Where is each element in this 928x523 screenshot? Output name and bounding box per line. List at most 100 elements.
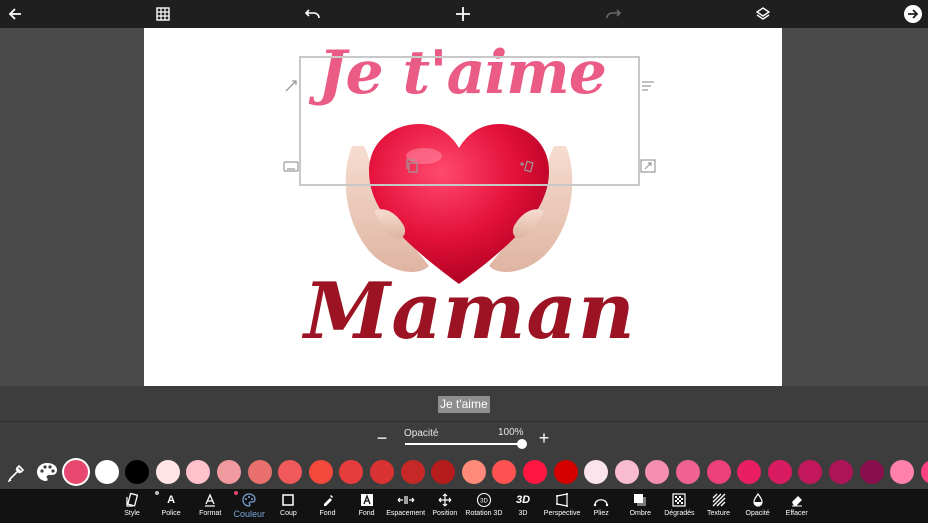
stretch-handle-icon[interactable] bbox=[640, 78, 656, 94]
color-swatch[interactable] bbox=[798, 460, 823, 484]
tool-perspective[interactable]: Perspective bbox=[540, 491, 584, 523]
opacity-icon bbox=[736, 491, 780, 509]
color-swatch[interactable] bbox=[523, 460, 547, 484]
tool-label: Pliez bbox=[593, 510, 609, 517]
tool-opacity[interactable]: Opacité bbox=[736, 491, 780, 523]
tool-fill[interactable]: Fond bbox=[306, 491, 350, 523]
color-swatch[interactable] bbox=[859, 460, 884, 484]
editor-screen: Je t'aime Maman Je t'aime − Opacité 100%… bbox=[0, 0, 928, 523]
color-swatch[interactable] bbox=[155, 460, 180, 484]
opacity-slider-track[interactable] bbox=[405, 443, 523, 445]
color-swatch[interactable] bbox=[461, 460, 486, 484]
color-swatch[interactable] bbox=[767, 460, 792, 484]
color-swatch[interactable] bbox=[370, 460, 394, 484]
rotation-3d-icon: 3D bbox=[462, 491, 506, 509]
text-layer-maman[interactable]: Maman bbox=[304, 266, 635, 357]
tool-texture[interactable]: Texture bbox=[697, 491, 741, 523]
eyedropper-icon[interactable] bbox=[5, 460, 29, 484]
bottom-tool-bar: Style A Police Format Couleur Coup Fond Fond Esp… bbox=[0, 489, 928, 523]
tool-background[interactable]: Fond bbox=[345, 491, 389, 523]
texture-icon bbox=[697, 491, 741, 509]
undo-icon[interactable] bbox=[298, 0, 328, 28]
tool-eraser[interactable]: Effacer bbox=[775, 491, 819, 523]
tool-label: Ombre bbox=[629, 510, 651, 517]
stroke-icon bbox=[266, 491, 310, 509]
format-icon bbox=[188, 491, 232, 509]
add-copy-handle-icon[interactable] bbox=[518, 158, 534, 174]
tool-style[interactable]: Style bbox=[110, 491, 154, 523]
color-swatch[interactable] bbox=[247, 460, 272, 484]
opacity-control: − Opacité 100% + bbox=[0, 422, 928, 456]
opacity-plus-button[interactable]: + bbox=[534, 428, 554, 448]
resize-handle-icon[interactable] bbox=[640, 158, 656, 174]
tool-label: Dégradés bbox=[664, 510, 695, 517]
tool-label: Fond bbox=[358, 510, 375, 517]
fill-icon bbox=[306, 491, 350, 509]
text-preview[interactable]: Je t'aime bbox=[438, 396, 490, 413]
color-swatch[interactable] bbox=[614, 460, 639, 484]
color-swatch[interactable] bbox=[94, 460, 119, 484]
tool-3d[interactable]: 3D 3D bbox=[501, 491, 545, 523]
rotate-handle-icon[interactable] bbox=[283, 78, 299, 94]
tool-label: Style bbox=[124, 510, 140, 517]
grid-icon[interactable] bbox=[148, 0, 178, 28]
redo-icon[interactable] bbox=[598, 0, 628, 28]
tool-label: Perspective bbox=[543, 510, 581, 517]
color-swatch[interactable] bbox=[431, 460, 456, 484]
color-swatch[interactable] bbox=[186, 460, 211, 484]
tool-label: Opacité bbox=[745, 510, 770, 517]
keyboard-handle-icon[interactable] bbox=[283, 158, 299, 174]
bend-icon bbox=[579, 491, 623, 509]
tool-spacing[interactable]: Espacement bbox=[384, 491, 428, 523]
tool-format[interactable]: Format bbox=[188, 491, 232, 523]
color-swatch[interactable] bbox=[400, 460, 425, 484]
color-swatch[interactable] bbox=[492, 460, 517, 484]
color-swatch[interactable] bbox=[217, 460, 241, 484]
color-swatch[interactable] bbox=[920, 460, 928, 484]
tool-palette[interactable]: Couleur bbox=[227, 491, 271, 523]
color-swatch[interactable] bbox=[584, 460, 609, 484]
color-swatch[interactable] bbox=[706, 460, 731, 484]
back-arrow-icon[interactable] bbox=[0, 0, 30, 28]
tool-stroke[interactable]: Coup bbox=[266, 491, 310, 523]
color-swatch[interactable] bbox=[890, 460, 915, 484]
color-swatch[interactable] bbox=[553, 460, 578, 484]
tool-label: 3D bbox=[518, 510, 528, 517]
palette-picker-icon[interactable] bbox=[35, 460, 59, 484]
add-icon[interactable] bbox=[448, 0, 478, 28]
tool-gradient[interactable]: Dégradés bbox=[657, 491, 701, 523]
tool-font[interactable]: A Police bbox=[149, 491, 193, 523]
color-swatch[interactable] bbox=[125, 460, 150, 484]
tool-rotation-3d[interactable]: 3D Rotation 3D bbox=[462, 491, 506, 523]
selection-box[interactable] bbox=[299, 56, 640, 186]
opacity-minus-button[interactable]: − bbox=[372, 428, 392, 448]
color-palette-row bbox=[0, 456, 928, 489]
spacing-icon bbox=[384, 491, 428, 509]
color-swatch[interactable] bbox=[64, 460, 88, 484]
tool-label: Couleur bbox=[233, 509, 266, 519]
tool-position[interactable]: Position bbox=[423, 491, 467, 523]
tool-label: Fond bbox=[319, 510, 336, 517]
color-swatch[interactable] bbox=[308, 460, 333, 484]
couleur-indicator-dot bbox=[234, 491, 238, 495]
color-swatch[interactable] bbox=[676, 460, 700, 484]
color-swatch[interactable] bbox=[829, 460, 853, 484]
background-icon bbox=[345, 491, 389, 509]
police-indicator-dot bbox=[155, 491, 159, 495]
shadow-icon bbox=[618, 491, 662, 509]
color-swatch[interactable] bbox=[339, 460, 364, 484]
layers-icon[interactable] bbox=[748, 0, 778, 28]
text-preview-bar: Je t'aime bbox=[0, 386, 928, 422]
color-swatch[interactable] bbox=[278, 460, 303, 484]
opacity-slider-thumb[interactable] bbox=[517, 439, 527, 449]
opacity-value: 100% bbox=[498, 427, 524, 438]
tool-label: Police bbox=[161, 510, 181, 517]
tool-bend[interactable]: Pliez bbox=[579, 491, 623, 523]
tool-shadow[interactable]: Ombre bbox=[618, 491, 662, 523]
color-swatch[interactable] bbox=[645, 460, 670, 484]
duplicate-handle-icon[interactable] bbox=[404, 158, 420, 174]
color-swatch[interactable] bbox=[737, 460, 762, 484]
style-icon bbox=[110, 491, 154, 509]
tool-label: Position bbox=[432, 510, 458, 517]
next-arrow-icon[interactable] bbox=[898, 0, 928, 28]
